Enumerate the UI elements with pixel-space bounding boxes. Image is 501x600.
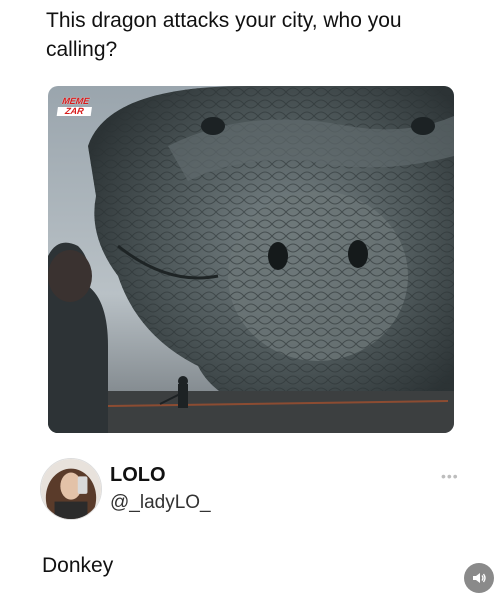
watermark-line-2: ZAR: [56, 106, 92, 116]
post-text: This dragon attacks your city, who you c…: [46, 9, 402, 61]
meme-zar-watermark: MEME ZAR: [56, 96, 94, 117]
speaker-icon: [473, 573, 486, 583]
reply-text: Donkey: [42, 554, 114, 577]
avatar[interactable]: [40, 458, 102, 520]
more-dots-icon[interactable]: •••: [441, 468, 459, 484]
watermark-line-1: MEME: [61, 96, 90, 106]
dragon-image: [48, 86, 454, 433]
avatar-photo: [41, 459, 101, 519]
reply-display-name[interactable]: LOLO: [110, 464, 166, 487]
post-image[interactable]: MEME ZAR: [48, 86, 454, 433]
reply-handle[interactable]: @_ladyLO_: [110, 492, 211, 514]
sound-button[interactable]: [464, 563, 494, 593]
